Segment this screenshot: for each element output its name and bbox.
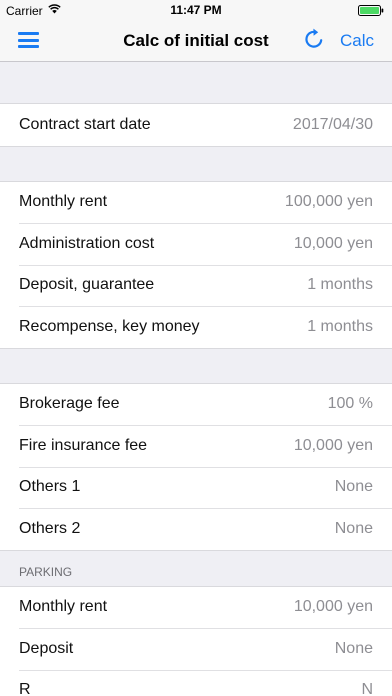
row-label: Monthly rent — [19, 193, 108, 211]
calc-button[interactable]: Calc — [340, 31, 374, 51]
row-contract-start-date[interactable]: Contract start date 2017/04/30 — [0, 104, 392, 146]
contract-group: Contract start date 2017/04/30 — [0, 103, 392, 147]
row-monthly-rent[interactable]: Monthly rent 100,000 yen — [0, 182, 392, 224]
battery-icon — [358, 5, 384, 16]
row-label: R — [19, 681, 31, 696]
section-header-parking: PARKING — [19, 564, 73, 579]
row-label: Brokerage fee — [19, 395, 120, 413]
row-label: Deposit — [19, 639, 74, 657]
fees-group: Brokerage fee 100 % Fire insurance fee 1… — [0, 382, 392, 551]
row-value: 100,000 yen — [284, 193, 373, 211]
rent-group: Monthly rent 100,000 yen Administration … — [0, 180, 392, 349]
row-label: Administration cost — [19, 234, 155, 252]
refresh-icon[interactable] — [302, 27, 326, 51]
row-others-2[interactable]: Others 2 None — [0, 508, 392, 550]
row-value: 100 % — [327, 395, 373, 413]
row-value: 1 months — [307, 317, 373, 335]
row-administration-cost[interactable]: Administration cost 10,000 yen — [0, 223, 392, 265]
navigation-bar: Calc of initial cost Calc — [0, 20, 392, 62]
row-deposit-guarantee[interactable]: Deposit, guarantee 1 months — [0, 264, 392, 307]
status-time: 11:47 PM — [170, 3, 222, 17]
row-value: None — [334, 519, 373, 537]
row-value: 10,000 yen — [293, 436, 373, 454]
page-title: Calc of initial cost — [123, 31, 269, 50]
row-label: Deposit, guarantee — [19, 276, 155, 294]
row-label: Recompense, key money — [19, 317, 200, 335]
row-value: 2017/04/30 — [292, 115, 373, 133]
row-parking-partial[interactable]: R N — [0, 669, 392, 696]
row-others-1[interactable]: Others 1 None — [0, 466, 392, 509]
row-value: N — [361, 681, 373, 696]
hamburger-menu-icon[interactable] — [18, 31, 40, 49]
parking-group: Monthly rent 10,000 yen Deposit None R N — [0, 585, 392, 696]
row-brokerage-fee[interactable]: Brokerage fee 100 % — [0, 384, 392, 426]
settings-list: Contract start date 2017/04/30 Monthly r… — [0, 62, 392, 696]
row-value: 10,000 yen — [293, 234, 373, 252]
row-value: 1 months — [307, 276, 373, 294]
row-value: None — [334, 478, 373, 496]
row-parking-deposit[interactable]: Deposit None — [0, 628, 392, 670]
row-parking-monthly-rent[interactable]: Monthly rent 10,000 yen — [0, 587, 392, 629]
row-label: Monthly rent — [19, 598, 108, 616]
row-value: None — [334, 639, 373, 657]
row-label: Fire insurance fee — [19, 436, 148, 454]
row-label: Others 1 — [19, 478, 81, 496]
row-value: 10,000 yen — [293, 598, 373, 616]
screen: Carrier 11:47 PM Calc of initial cost Ca… — [0, 0, 392, 696]
status-bar: Carrier 11:47 PM — [0, 0, 392, 20]
row-label: Contract start date — [19, 115, 151, 133]
row-label: Others 2 — [19, 519, 81, 537]
row-recompense-key-money[interactable]: Recompense, key money 1 months — [0, 306, 392, 348]
row-fire-insurance-fee[interactable]: Fire insurance fee 10,000 yen — [0, 425, 392, 467]
